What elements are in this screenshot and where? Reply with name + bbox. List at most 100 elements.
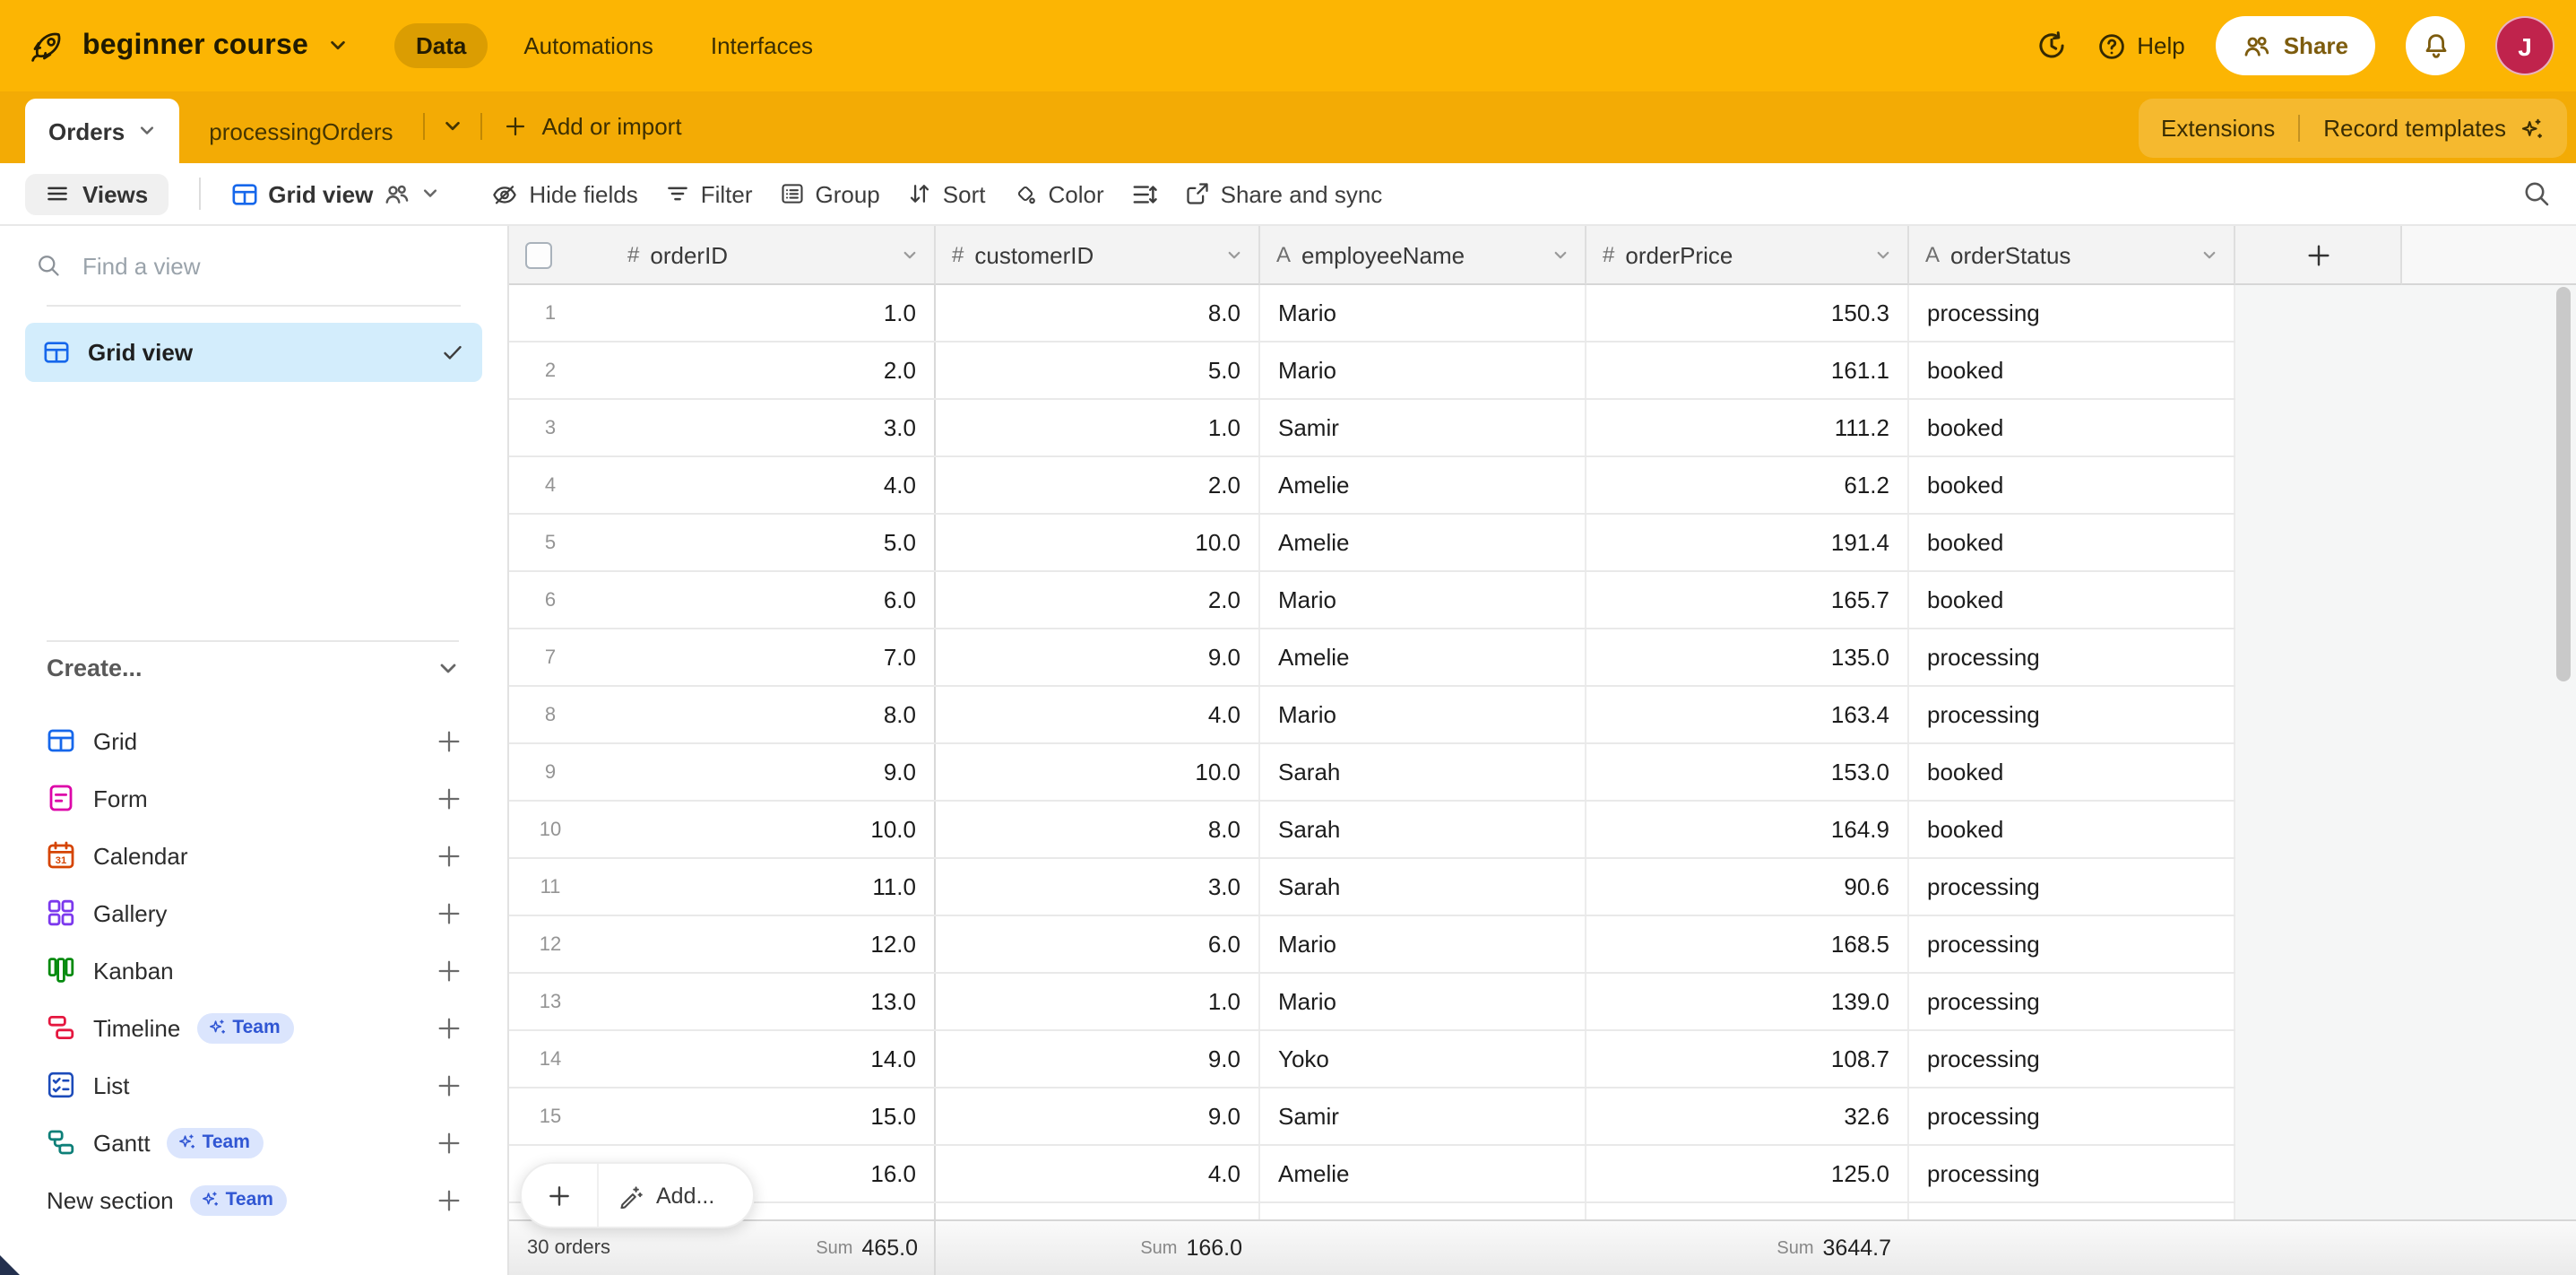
cell-orderid[interactable]: 1515.0 (509, 1089, 936, 1144)
record-templates-button[interactable]: Record templates (2323, 115, 2544, 142)
cell-orderprice[interactable]: 150.3 (1586, 285, 1909, 341)
cell-orderid[interactable]: 11.0 (509, 285, 936, 341)
table-row[interactable]: 1212.06.0Mario168.5processing (509, 916, 2235, 974)
add-view-button[interactable] (436, 1129, 462, 1156)
create-item-timeline[interactable]: TimelineTeam (0, 999, 506, 1056)
add-record-button[interactable] (522, 1164, 599, 1227)
table-row[interactable]: 33.01.0Samir111.2booked (509, 400, 2235, 457)
orderprice-sum[interactable]: Sum 3644.7 (1776, 1221, 1891, 1275)
cell-orderprice[interactable]: 153.0 (1586, 744, 1909, 800)
cell-employeename[interactable]: Samir (1260, 400, 1586, 455)
add-view-button[interactable] (436, 957, 462, 984)
search-icon[interactable] (2522, 179, 2551, 208)
cell-orderstatus[interactable]: booked (1909, 400, 2235, 455)
vertical-scrollbar[interactable] (2556, 287, 2571, 681)
cell-orderid[interactable]: 77.0 (509, 629, 936, 685)
cell-orderprice[interactable]: 135.0 (1586, 629, 1909, 685)
cell-customerid[interactable]: 2.0 (936, 572, 1260, 628)
avatar[interactable]: J (2495, 16, 2554, 75)
filter-button[interactable]: Filter (665, 180, 753, 207)
sort-button[interactable]: Sort (907, 180, 986, 207)
chevron-down-icon[interactable] (1552, 247, 1569, 263)
cell-orderstatus[interactable]: booked (1909, 343, 2235, 398)
cell-employeename[interactable]: Amelie (1260, 515, 1586, 570)
tab-processing-orders[interactable]: processingOrders (178, 99, 423, 163)
cell-orderprice[interactable]: 168.5 (1586, 916, 1909, 972)
create-item-gallery[interactable]: Gallery (0, 884, 506, 941)
base-brand[interactable]: beginner course (27, 26, 348, 65)
add-view-button[interactable] (436, 785, 462, 811)
cell-customerid[interactable]: 8.0 (936, 285, 1260, 341)
cell-employeename[interactable]: Mario (1260, 687, 1586, 742)
row-height-icon[interactable] (1131, 180, 1158, 207)
table-row[interactable]: 1313.01.0Mario139.0processing (509, 974, 2235, 1031)
customerid-sum[interactable]: Sum 166.0 (1140, 1221, 1242, 1275)
cell-orderstatus[interactable]: processing (1909, 687, 2235, 742)
nav-data[interactable]: Data (394, 23, 488, 68)
share-and-sync-button[interactable]: Share and sync (1185, 180, 1383, 207)
cell-orderprice[interactable]: 191.4 (1586, 515, 1909, 570)
table-row[interactable]: 22.05.0Mario161.1booked (509, 343, 2235, 400)
create-item-list[interactable]: List (0, 1056, 506, 1114)
cell-employeename[interactable]: Samir (1260, 1089, 1586, 1144)
column-header-orderid[interactable]: # orderID (509, 226, 936, 285)
cell-employeename[interactable]: Amelie (1260, 1146, 1586, 1201)
cell-employeename[interactable]: Amelie (1260, 457, 1586, 513)
create-item-kanban[interactable]: Kanban (0, 941, 506, 999)
cell-orderprice[interactable]: 161.1 (1586, 343, 1909, 398)
column-header-orderprice[interactable]: # orderPrice (1586, 226, 1909, 285)
cell-orderstatus[interactable]: processing (1909, 974, 2235, 1029)
create-item-grid[interactable]: Grid (0, 712, 506, 769)
create-item-new-section[interactable]: New sectionTeam (0, 1171, 506, 1228)
cell-orderid[interactable]: 44.0 (509, 457, 936, 513)
cell-customerid[interactable]: 9.0 (936, 1089, 1260, 1144)
cell-employeename[interactable]: Sarah (1260, 859, 1586, 915)
notifications-button[interactable] (2406, 16, 2465, 75)
cell-orderid[interactable]: 1010.0 (509, 802, 936, 857)
find-view-search[interactable] (0, 226, 507, 305)
add-view-button[interactable] (436, 842, 462, 869)
add-view-button[interactable] (436, 727, 462, 754)
cell-customerid[interactable]: 4.0 (936, 1146, 1260, 1201)
sidebar-item-grid-view[interactable]: Grid view (25, 323, 482, 382)
cell-orderstatus[interactable]: booked (1909, 572, 2235, 628)
cell-customerid[interactable]: 2.0 (936, 457, 1260, 513)
create-item-form[interactable]: Form (0, 769, 506, 827)
add-field-button[interactable] (2235, 226, 2402, 285)
cell-employeename[interactable]: Mario (1260, 572, 1586, 628)
cell-customerid[interactable]: 6.0 (936, 916, 1260, 972)
table-row[interactable]: 1515.09.0Samir32.6processing (509, 1089, 2235, 1146)
cell-orderstatus[interactable]: booked (1909, 744, 2235, 800)
cell-orderprice[interactable]: 90.6 (1586, 859, 1909, 915)
table-row[interactable]: 88.04.0Mario163.4processing (509, 687, 2235, 744)
table-row[interactable]: 11.08.0Mario150.3processing (509, 285, 2235, 343)
nav-automations[interactable]: Automations (502, 23, 675, 68)
help-button[interactable]: Help (2097, 31, 2185, 60)
column-header-orderstatus[interactable]: A orderStatus (1909, 226, 2235, 285)
cell-orderprice[interactable]: 163.4 (1586, 687, 1909, 742)
cell-customerid[interactable]: 4.0 (936, 687, 1260, 742)
chevron-down-icon[interactable] (1226, 247, 1242, 263)
select-all-checkbox[interactable] (525, 241, 552, 268)
extensions-button[interactable]: Extensions (2161, 115, 2275, 142)
cell-customerid[interactable]: 5.0 (936, 343, 1260, 398)
cell-orderid[interactable]: 66.0 (509, 572, 936, 628)
grid-view-button[interactable]: Grid view (230, 180, 439, 207)
table-row[interactable]: 77.09.0Amelie135.0processing (509, 629, 2235, 687)
cell-orderid[interactable]: 1313.0 (509, 974, 936, 1029)
cell-orderid[interactable]: 22.0 (509, 343, 936, 398)
chevron-down-icon[interactable] (902, 247, 918, 263)
cell-orderprice[interactable]: 165.7 (1586, 572, 1909, 628)
add-view-button[interactable] (436, 1071, 462, 1098)
cell-employeename[interactable]: Sarah (1260, 744, 1586, 800)
cell-orderprice[interactable]: 125.0 (1586, 1146, 1909, 1201)
cell-orderid[interactable]: 1212.0 (509, 916, 936, 972)
table-row[interactable]: 1111.03.0Sarah90.6processing (509, 859, 2235, 916)
cell-orderstatus[interactable]: processing (1909, 629, 2235, 685)
cell-customerid[interactable]: 3.0 (936, 859, 1260, 915)
hide-fields-button[interactable]: Hide fields (491, 180, 637, 207)
cell-orderid[interactable]: 33.0 (509, 400, 936, 455)
cell-orderstatus[interactable]: booked (1909, 457, 2235, 513)
cell-orderprice[interactable]: 32.6 (1586, 1089, 1909, 1144)
cell-employeename[interactable]: Sarah (1260, 802, 1586, 857)
